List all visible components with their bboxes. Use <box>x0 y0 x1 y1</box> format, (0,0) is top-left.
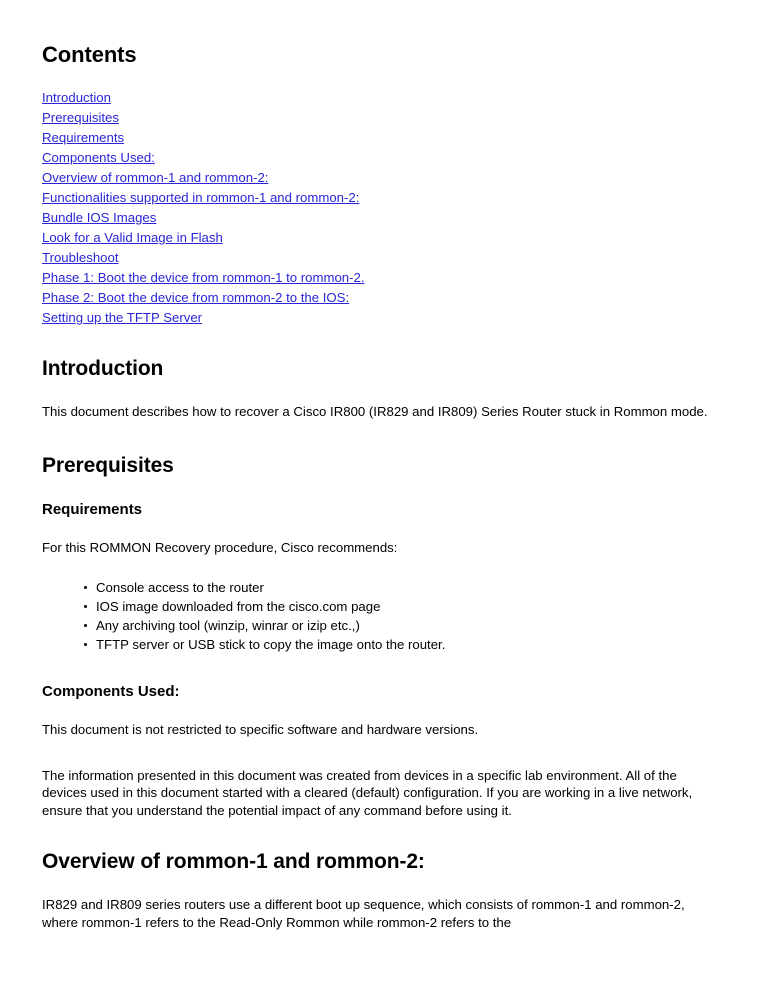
components-used-paragraph-2: The information presented in this docume… <box>42 767 693 818</box>
list-item: IOS image downloaded from the cisco.com … <box>84 597 724 616</box>
table-of-contents: Introduction Prerequisites Requirements … <box>42 88 724 328</box>
toc-link-prerequisites[interactable]: Prerequisites <box>42 110 119 125</box>
introduction-paragraph: This document describes how to recover a… <box>42 404 708 419</box>
section-heading-components-used: Components Used: <box>42 683 180 700</box>
toc-link-troubleshoot[interactable]: Troubleshoot <box>42 250 119 265</box>
toc-link-phase-1[interactable]: Phase 1: Boot the device from rommon-1 t… <box>42 270 365 285</box>
document-page: Contents Introduction Prerequisites Requ… <box>0 0 768 994</box>
toc-link-functionalities-supported[interactable]: Functionalities supported in rommon-1 an… <box>42 190 359 205</box>
toc-item: Look for a Valid Image in Flash <box>42 228 724 248</box>
toc-link-requirements[interactable]: Requirements <box>42 130 124 145</box>
list-item: TFTP server or USB stick to copy the ima… <box>84 635 724 654</box>
toc-link-look-for-valid-image[interactable]: Look for a Valid Image in Flash <box>42 230 223 245</box>
toc-link-phase-2[interactable]: Phase 2: Boot the device from rommon-2 t… <box>42 290 349 305</box>
toc-item: Bundle IOS Images <box>42 208 724 228</box>
toc-link-bundle-ios-images[interactable]: Bundle IOS Images <box>42 210 156 225</box>
overview-paragraph: IR829 and IR809 series routers use a dif… <box>42 897 685 930</box>
toc-link-introduction[interactable]: Introduction <box>42 90 111 105</box>
section-heading-introduction: Introduction <box>42 357 164 380</box>
components-used-paragraph-1: This document is not restricted to speci… <box>42 722 479 737</box>
toc-link-setting-up-tftp-server[interactable]: Setting up the TFTP Server <box>42 310 202 325</box>
section-heading-requirements: Requirements <box>42 500 143 518</box>
toc-link-overview-rommon[interactable]: Overview of rommon-1 and rommon-2: <box>42 170 268 185</box>
page-title: Contents <box>42 42 137 67</box>
toc-item: Functionalities supported in rommon-1 an… <box>42 188 724 208</box>
toc-item: Overview of rommon-1 and rommon-2: <box>42 168 724 188</box>
section-heading-overview: Overview of rommon-1 and rommon-2: <box>42 850 425 873</box>
list-item: Console access to the router <box>84 578 724 597</box>
toc-item: Prerequisites <box>42 108 724 128</box>
toc-item: Phase 1: Boot the device from rommon-1 t… <box>42 268 724 288</box>
toc-item: Phase 2: Boot the device from rommon-2 t… <box>42 288 724 308</box>
toc-link-components-used[interactable]: Components Used: <box>42 150 155 165</box>
requirements-intro-paragraph: For this ROMMON Recovery procedure, Cisc… <box>42 539 398 555</box>
toc-item: Introduction <box>42 88 724 108</box>
toc-item: Troubleshoot <box>42 248 724 268</box>
requirements-bullet-list: Console access to the router IOS image d… <box>42 578 724 654</box>
toc-item: Components Used: <box>42 148 724 168</box>
toc-item: Setting up the TFTP Server <box>42 308 724 328</box>
document-content: Contents Introduction Prerequisites Requ… <box>42 42 724 931</box>
section-heading-prerequisites: Prerequisites <box>42 453 174 477</box>
list-item: Any archiving tool (winzip, winrar or iz… <box>84 616 724 635</box>
toc-item: Requirements <box>42 128 724 148</box>
